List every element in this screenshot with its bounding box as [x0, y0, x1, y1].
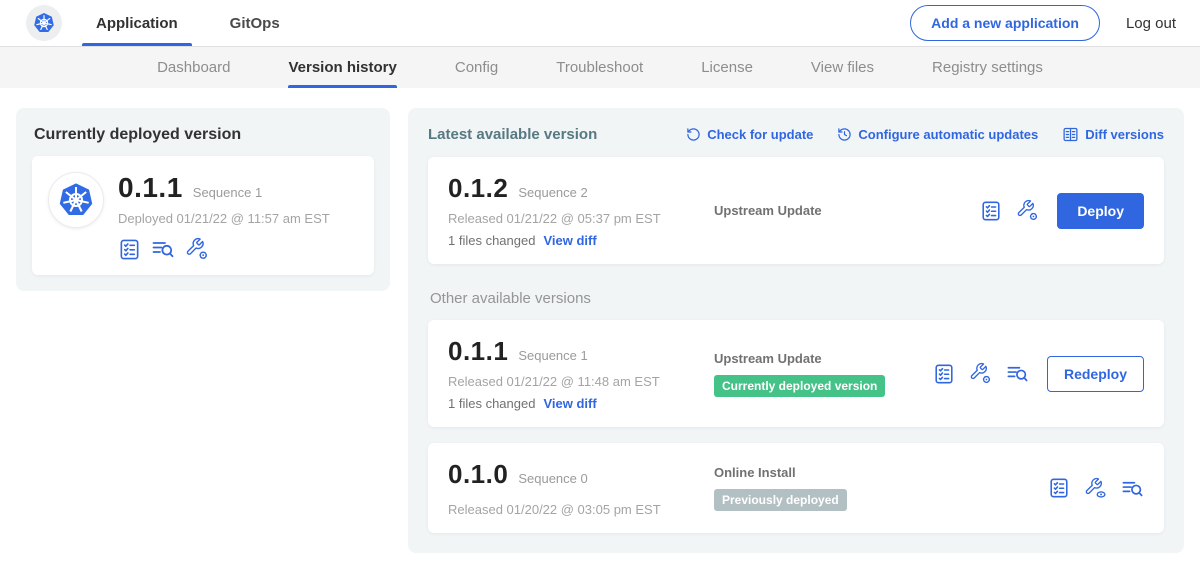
version-source-label: Upstream Update — [714, 351, 933, 366]
version-history-panel: Latest available version Check for updat… — [408, 108, 1184, 553]
deploy-logs-icon[interactable] — [1006, 362, 1029, 385]
sequence-label: Sequence 2 — [518, 185, 587, 200]
diff-versions-label: Diff versions — [1085, 127, 1164, 142]
config-values-icon[interactable] — [185, 237, 209, 261]
version-number: 0.1.1 — [448, 336, 508, 367]
deployed-sequence-label: Sequence 1 — [193, 185, 262, 200]
tab-application-label: Application — [96, 15, 178, 32]
subnav-tab-registry-settings[interactable]: Registry settings — [932, 47, 1043, 88]
preflight-checks-icon[interactable] — [1048, 477, 1070, 499]
version-source-label: Online Install — [714, 465, 1048, 480]
logout-button[interactable]: Log out — [1126, 15, 1176, 32]
app-kubernetes-logo-icon — [48, 172, 104, 228]
version-number: 0.1.2 — [448, 173, 508, 204]
app-subnav: Dashboard Version history Config Trouble… — [0, 47, 1200, 88]
tab-application[interactable]: Application — [90, 0, 184, 46]
released-timestamp: Released 01/21/22 @ 11:48 am EST — [448, 374, 696, 389]
view-diff-link[interactable]: View diff — [543, 396, 596, 411]
check-for-update-link[interactable]: Check for update — [686, 126, 813, 143]
subnav-tab-dashboard[interactable]: Dashboard — [157, 47, 230, 88]
subnav-tab-troubleshoot[interactable]: Troubleshoot — [556, 47, 643, 88]
files-changed-label: 1 files changed — [448, 233, 535, 248]
preflight-checks-icon[interactable] — [980, 200, 1002, 222]
subnav-tab-config[interactable]: Config — [455, 47, 498, 88]
app-header: Application GitOps Add a new application… — [0, 0, 1200, 47]
configure-automatic-updates-label: Configure automatic updates — [858, 127, 1038, 142]
main-content: Currently deployed version 0.1.1 Sequenc… — [0, 88, 1200, 564]
schedule-update-icon — [837, 127, 852, 142]
app-tab-bar: Application GitOps — [90, 0, 326, 46]
currently-deployed-badge: Currently deployed version — [714, 375, 885, 397]
sequence-label: Sequence 0 — [518, 471, 587, 486]
subnav-tab-view-files[interactable]: View files — [811, 47, 874, 88]
deploy-logs-icon[interactable] — [1121, 477, 1144, 500]
check-for-update-label: Check for update — [707, 127, 813, 142]
tab-gitops[interactable]: GitOps — [224, 0, 286, 46]
diff-versions-link[interactable]: Diff versions — [1062, 126, 1164, 143]
subnav-tab-version-history[interactable]: Version history — [288, 47, 396, 88]
version-row-0-1-0: 0.1.0 Sequence 0 Released 01/20/22 @ 03:… — [428, 443, 1164, 533]
version-source-label: Upstream Update — [714, 203, 980, 218]
version-row-0-1-1: 0.1.1 Sequence 1 Released 01/21/22 @ 11:… — [428, 320, 1164, 427]
deployed-version-number: 0.1.1 — [118, 172, 183, 204]
subnav-tab-license[interactable]: License — [701, 47, 753, 88]
deployed-version-info: 0.1.1 Sequence 1 Deployed 01/21/22 @ 11:… — [118, 172, 330, 261]
deploy-button[interactable]: Deploy — [1057, 193, 1144, 229]
refresh-icon — [686, 127, 701, 142]
currently-deployed-title: Currently deployed version — [32, 122, 374, 144]
deployed-version-tile: 0.1.1 Sequence 1 Deployed 01/21/22 @ 11:… — [32, 156, 374, 275]
currently-deployed-card: Currently deployed version 0.1.1 Sequenc… — [16, 108, 390, 291]
configure-automatic-updates-link[interactable]: Configure automatic updates — [837, 126, 1038, 143]
tab-gitops-label: GitOps — [230, 15, 280, 32]
kubernetes-logo-icon — [26, 5, 62, 41]
redeploy-button[interactable]: Redeploy — [1047, 356, 1144, 392]
config-values-icon[interactable] — [969, 362, 992, 385]
add-application-button[interactable]: Add a new application — [910, 5, 1100, 41]
preflight-checks-icon[interactable] — [118, 238, 141, 261]
deployed-timestamp: Deployed 01/21/22 @ 11:57 am EST — [118, 211, 330, 226]
view-diff-link[interactable]: View diff — [543, 233, 596, 248]
other-versions-title: Other available versions — [430, 290, 1162, 307]
config-view-icon[interactable] — [1084, 477, 1107, 500]
preflight-checks-icon[interactable] — [933, 363, 955, 385]
deploy-logs-icon[interactable] — [151, 237, 175, 261]
files-changed-label: 1 files changed — [448, 396, 535, 411]
released-timestamp: Released 01/21/22 @ 05:37 pm EST — [448, 211, 696, 226]
version-number: 0.1.0 — [448, 459, 508, 490]
diff-versions-icon — [1062, 126, 1079, 143]
version-row-0-1-2: 0.1.2 Sequence 2 Released 01/21/22 @ 05:… — [428, 157, 1164, 264]
previously-deployed-badge: Previously deployed — [714, 489, 847, 511]
released-timestamp: Released 01/20/22 @ 03:05 pm EST — [448, 502, 696, 517]
config-values-icon[interactable] — [1016, 199, 1039, 222]
latest-available-title: Latest available version — [428, 126, 597, 143]
sequence-label: Sequence 1 — [518, 348, 587, 363]
